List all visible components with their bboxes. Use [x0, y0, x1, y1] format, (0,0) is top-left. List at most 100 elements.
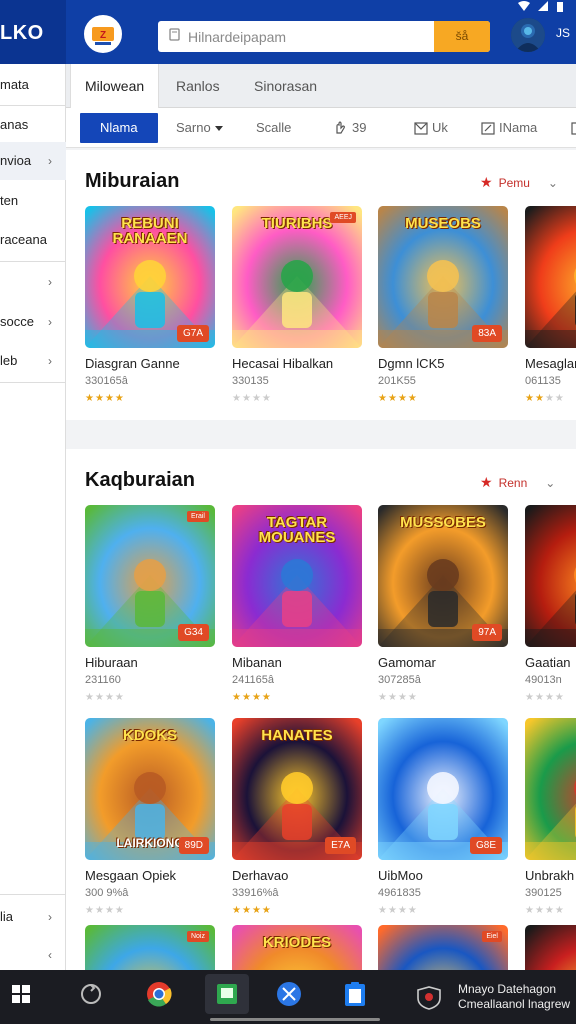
game-card[interactable]: Erail G34 Hiburaan 231160 ★★★★ — [85, 505, 215, 703]
user-avatar[interactable] — [511, 18, 545, 52]
game-card[interactable]: TAGTAR MOUANES Mibanan 241165â ★★★★ — [232, 505, 362, 703]
game-thumbnail[interactable]: Erail G34 — [85, 505, 215, 647]
filter-label: 39 — [352, 120, 367, 135]
sidebar-item-socce[interactable]: socce › — [0, 303, 66, 341]
sidebar-item-expand[interactable]: › — [0, 263, 66, 301]
filter-sarno-dropdown[interactable]: Sarno — [176, 113, 223, 143]
filter-bar: Nlama Sarno Scalle 39 Uk INama — [66, 108, 576, 148]
game-thumbnail[interactable] — [525, 925, 576, 970]
game-thumbnail[interactable]: TIURIBHS AEEJ — [232, 206, 362, 348]
game-title[interactable]: Dgmn lCK5 — [378, 356, 444, 371]
sidebar-item-nvioa[interactable]: nvioa › — [0, 142, 66, 180]
game-meta: 231160 — [85, 674, 121, 686]
rating-stars: ★★★★ — [85, 905, 125, 916]
filter-inama-button[interactable]: INama — [481, 113, 537, 143]
game-thumbnail[interactable]: MUSSOBES 97A — [378, 505, 508, 647]
game-title[interactable]: UibMoo — [378, 868, 423, 883]
game-thumbnail[interactable]: MUSEOBS 83A — [378, 206, 508, 348]
filter-uk-button[interactable]: Uk — [414, 113, 448, 143]
tab-ranlos[interactable]: Ranlos — [176, 64, 220, 108]
game-card[interactable]: PLMesaglan061135★★★★ — [525, 206, 576, 404]
game-title[interactable]: Mibanan — [232, 655, 282, 670]
game-title[interactable]: Unbrakh — [525, 868, 574, 883]
tab-sinorasan[interactable]: Sinorasan — [254, 64, 317, 108]
notification-shield-icon — [417, 986, 441, 1010]
rating-stars: ★★★★ — [525, 393, 565, 404]
game-title[interactable]: Mesaglan — [525, 356, 576, 371]
game-thumbnail[interactable]: Noiz — [85, 925, 215, 970]
windows-start-icon[interactable] — [6, 979, 36, 1009]
star-icon: ★ — [525, 692, 535, 703]
filter-label: Uk — [432, 120, 448, 135]
star-icon: ★ — [94, 692, 105, 703]
section-action-pemu[interactable]: ★ Pemu ⌄ — [480, 174, 558, 191]
game-title[interactable]: Gaatian — [525, 655, 571, 670]
game-thumbnail[interactable]: GAI — [525, 505, 576, 647]
chevron-right-icon: › — [48, 154, 52, 168]
tab-label: Sinorasan — [254, 78, 318, 94]
section-title: Miburaian — [85, 170, 180, 192]
game-thumbnail[interactable]: Eiel — [378, 925, 508, 970]
game-card[interactable]: HANATES E7A Derhavao 33916%â ★★★★ — [232, 718, 362, 916]
sidebar-item-label: ten — [0, 193, 19, 208]
game-card[interactable]: GAIGaatian49013n★★★★ — [525, 505, 576, 703]
game-title[interactable]: Diasgran Ganne — [85, 356, 180, 371]
game-thumbnail[interactable]: TAGTAR MOUANES — [232, 505, 362, 647]
search-button[interactable]: šå — [434, 21, 490, 52]
game-card[interactable]: KDOKS LAIRKIONG 89D Mesgaan Opiek 300 9%â ★★★… — [85, 718, 215, 916]
game-title[interactable]: Hiburaan — [85, 655, 138, 670]
refresh-icon[interactable] — [76, 979, 106, 1009]
sidebar-item-label: lia — [0, 909, 14, 924]
chevron-right-icon: › — [48, 315, 52, 329]
game-thumbnail[interactable]: REBUNI RANAAEN G7A — [85, 206, 215, 348]
game-card[interactable]: KRIODES — [232, 925, 362, 970]
game-title[interactable]: Hecasai Hibalkan — [232, 356, 333, 371]
notes-app-icon[interactable] — [205, 974, 249, 1014]
filter-39-button[interactable]: 39 — [334, 113, 366, 143]
game-card[interactable]: MUSSOBES 97A Gamomar 307285â ★★★★ — [378, 505, 508, 703]
game-thumbnail[interactable]: HANATES E7A — [232, 718, 362, 860]
filter-scalle-button[interactable]: Scalle — [256, 113, 291, 143]
filter-more-button[interactable] — [571, 113, 576, 143]
section-action-renn[interactable]: ★ Renn ⌄ — [480, 474, 555, 491]
game-title[interactable]: Mesgaan Opiek — [85, 868, 176, 883]
sidebar-item-leb[interactable]: leb › — [0, 342, 66, 380]
game-card[interactable]: MAUnbrakh390125★★★★ — [525, 718, 576, 916]
game-thumbnail[interactable]: PL — [525, 206, 576, 348]
sidebar-item-ten[interactable]: ten — [0, 182, 66, 220]
star-icon: ★ — [480, 474, 493, 490]
wifi-icon — [518, 1, 530, 11]
chevron-right-icon: › — [48, 275, 52, 289]
files-app-icon[interactable] — [340, 979, 370, 1009]
filter-nlama-button[interactable]: Nlama — [80, 113, 158, 143]
chrome-icon[interactable] — [144, 979, 174, 1009]
app-logo-icon[interactable]: Z — [84, 15, 122, 53]
game-card[interactable]: Eiel — [378, 925, 508, 970]
game-card[interactable]: G8E UibMoo 4961835 ★★★★ — [378, 718, 508, 916]
game-card[interactable]: MUSEOBS 83A Dgmn lCK5 201K55 ★★★★ — [378, 206, 508, 404]
game-thumbnail[interactable]: G8E — [378, 718, 508, 860]
sidebar-item-raceana[interactable]: raceana — [0, 221, 66, 259]
game-thumbnail[interactable]: MA — [525, 718, 576, 860]
section-action-label: Renn — [498, 475, 528, 490]
star-icon: ★ — [261, 393, 272, 404]
game-thumbnail[interactable]: KRIODES — [232, 925, 362, 970]
game-thumbnail[interactable]: KDOKS LAIRKIONG 89D — [85, 718, 215, 860]
star-icon: ★ — [378, 393, 388, 404]
game-title[interactable]: Gamomar — [378, 655, 436, 670]
sidebar-item-lia[interactable]: lia › — [0, 898, 66, 936]
game-card[interactable]: Noiz — [85, 925, 215, 970]
browser-app-icon[interactable] — [274, 979, 304, 1009]
price-badge: 83A — [472, 325, 502, 342]
thumbnail-title: TAGTAR MOUANES — [258, 514, 336, 546]
sidebar-collapse[interactable]: ‹ — [0, 936, 66, 974]
game-card[interactable] — [525, 925, 576, 970]
search-input[interactable] — [188, 21, 434, 52]
game-card[interactable]: TIURIBHS AEEJ Hecasai Hibalkan 330135 ★★★★ — [232, 206, 362, 404]
taskbar: Mnayo Datehagon Cmeallaanol lnagrew — [0, 970, 576, 1024]
sidebar-item-mata[interactable]: mata — [0, 66, 66, 104]
sidebar-item-anas[interactable]: anas — [0, 106, 66, 144]
game-title[interactable]: Derhavao — [232, 868, 288, 883]
game-card[interactable]: REBUNI RANAAEN G7A Diasgran Ganne 330165â ★★… — [85, 206, 215, 404]
tab-milowean[interactable]: Milowean — [70, 64, 160, 108]
